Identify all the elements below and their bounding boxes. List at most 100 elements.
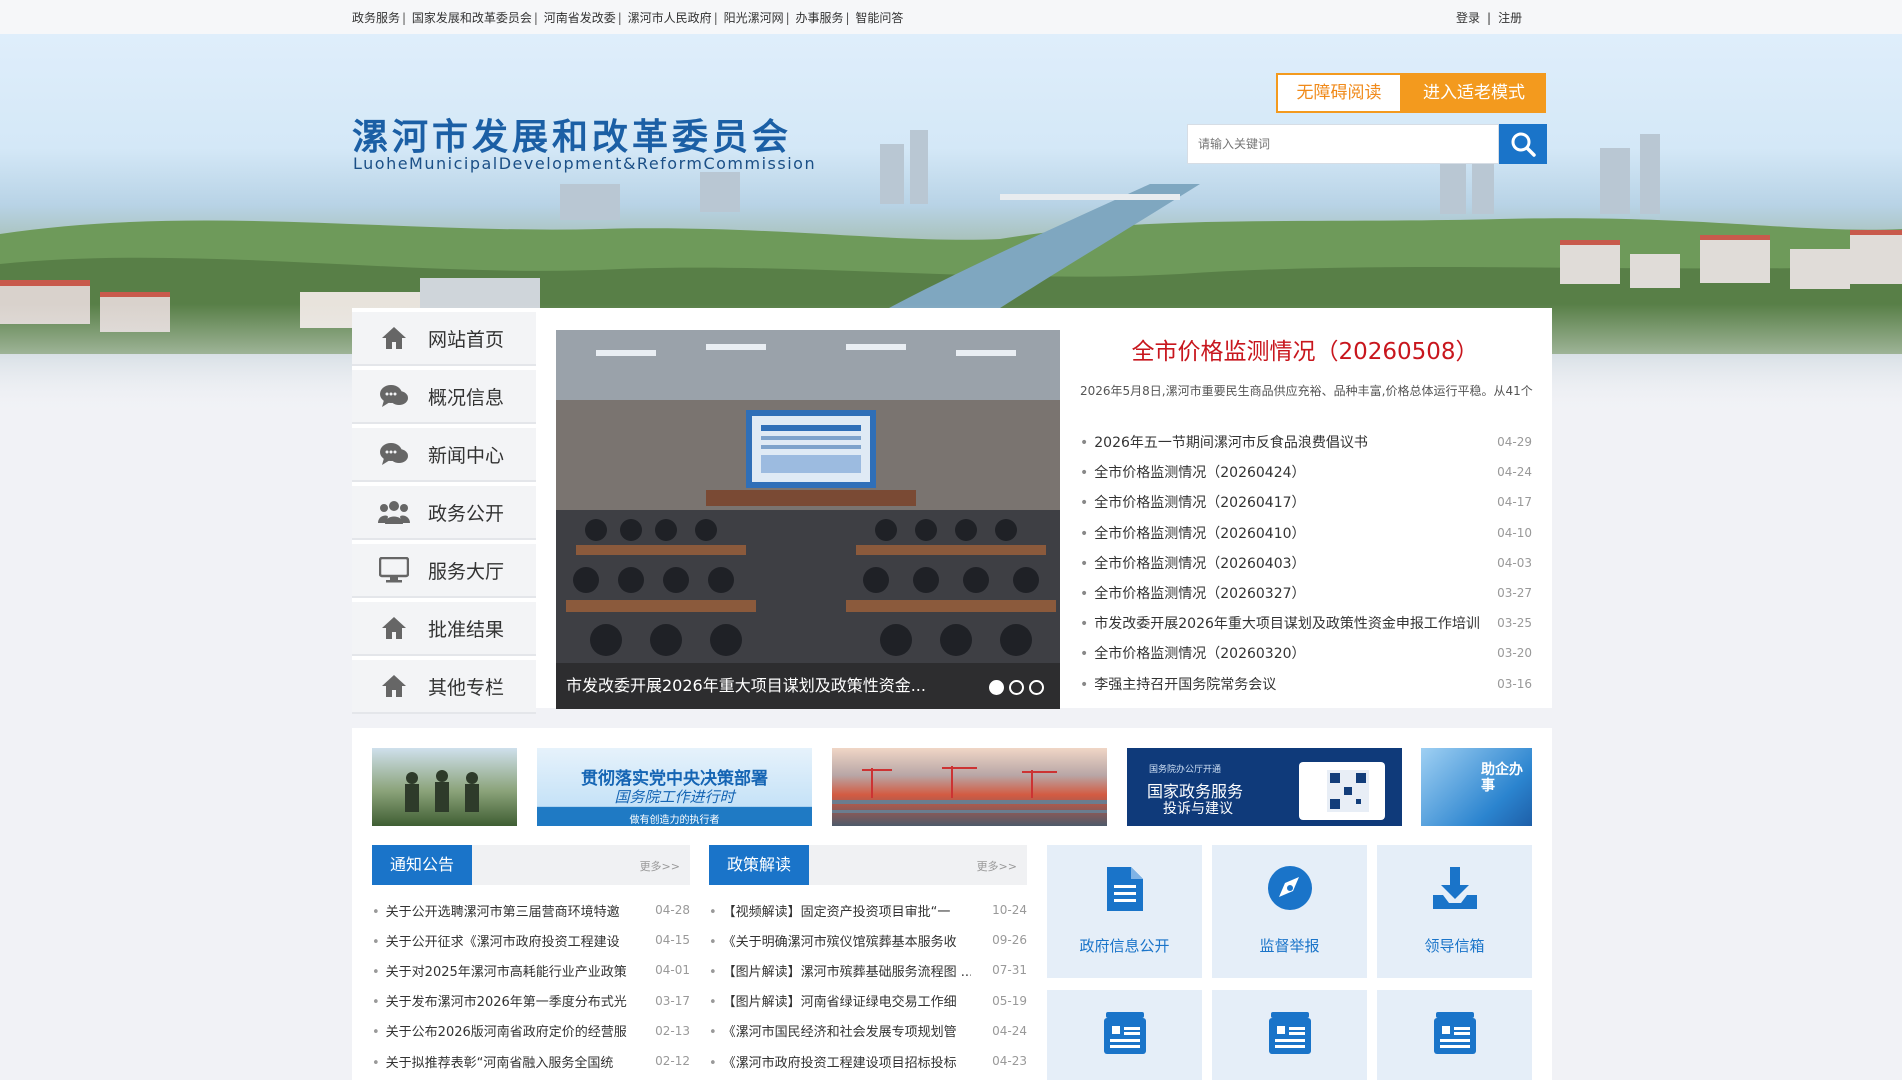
list-item[interactable]: 全市价格监测情况（20260417）04-17 xyxy=(1080,487,1532,517)
news-list: 2026年五一节期间漯河市反食品浪费倡议书04-29 全市价格监测情况（2026… xyxy=(1080,427,1532,699)
list-item[interactable]: 关于公开选聘漯河市第三届营商环境特邀04-28 xyxy=(372,895,690,925)
top-link-ndrc[interactable]: 国家发展和改革委员会 xyxy=(412,11,532,25)
service-tile-5[interactable] xyxy=(1212,990,1367,1080)
notices-list: 关于公开选聘漯河市第三届营商环境特邀04-28 关于公开征求《漯河市政府投资工程… xyxy=(372,895,690,1076)
meeting-photo xyxy=(556,330,1060,709)
policy-more-link[interactable]: 更多>> xyxy=(977,858,1017,874)
slide-caption[interactable]: 市发改委开展2026年重大项目谋划及政策性资金... xyxy=(556,663,1060,709)
list-item[interactable]: 【图片解读】河南省绿证绿电交易工作细05-19 xyxy=(709,986,1027,1016)
sidebar-item-news[interactable]: 新闻中心 xyxy=(352,428,536,482)
list-item[interactable]: 全市价格监测情况（20260410）04-10 xyxy=(1080,518,1532,548)
top-bar: 政务服务 | 国家发展和改革委员会 | 河南省发改委 | 漯河市人民政府 | 阳光漯河网… xyxy=(0,0,1902,34)
farmers-image xyxy=(405,770,479,812)
top-link-henan-drc[interactable]: 河南省发改委 xyxy=(544,11,616,25)
notices-more-link[interactable]: 更多>> xyxy=(640,858,680,874)
list-item[interactable]: 【视频解读】固定资产投资项目审批“一10-24 xyxy=(709,895,1027,925)
service-label: 监督举报 xyxy=(1259,937,1320,955)
list-item[interactable]: 市发改委开展2026年重大项目谋划及政策性资金申报工作培训03-25 xyxy=(1080,608,1532,638)
list-item[interactable]: 关于发布漯河市2026年第一季度分布式光03-17 xyxy=(372,986,690,1016)
sidebar-item-gov-affairs[interactable]: 政务公开 xyxy=(352,486,536,540)
banner-port-photo[interactable] xyxy=(832,748,1107,826)
service-supervision-report[interactable]: 监督举报 xyxy=(1212,845,1367,978)
slide-dot-1[interactable] xyxy=(989,680,1004,695)
sidebar-item-service-hall[interactable]: 服务大厅 xyxy=(352,544,536,598)
top-link-qa[interactable]: 智能问答 xyxy=(855,11,903,25)
elder-mode-button[interactable]: 进入适老模式 xyxy=(1402,73,1546,113)
tab-policy[interactable]: 政策解读 xyxy=(709,845,810,885)
top-link-sunshine[interactable]: 阳光漯河网 xyxy=(724,11,784,25)
top-link-city-gov[interactable]: 漯河市人民政府 xyxy=(628,11,712,25)
banner-policy-implementation[interactable]: 贯彻落实党中央决策部署 国务院工作进行时 做有创造力的执行者 xyxy=(537,748,812,826)
list-item[interactable]: 关于拟推荐表彰“河南省融入服务全国统02-12 xyxy=(372,1046,690,1076)
users-icon xyxy=(378,496,410,528)
search-icon xyxy=(1511,132,1536,157)
site-subtitle: LuoheMunicipalDevelopment&ReformCommissi… xyxy=(353,154,817,173)
sidebar-item-label: 新闻中心 xyxy=(428,444,505,467)
article-icon xyxy=(1103,1012,1146,1054)
slide-dot-2[interactable] xyxy=(1009,680,1024,695)
accessible-reading-button[interactable]: 无障碍阅读 xyxy=(1276,73,1402,113)
banner-business-service[interactable]: 助企办事 xyxy=(1421,748,1532,826)
banner-complaint-suggestion[interactable]: 国务院办公厅开通 国家政务服务 投诉与建议 xyxy=(1127,748,1402,826)
home-icon xyxy=(378,670,410,702)
side-nav: 网站首页 概况信息 新闻中心 政务公开 服务大厅 批准结果 其他专栏 xyxy=(352,312,536,718)
news-headline[interactable]: 全市价格监测情况（20260508） xyxy=(1080,332,1530,366)
list-item[interactable]: 全市价格监测情况（20260403）04-03 xyxy=(1080,548,1532,578)
banner-farmers-photo[interactable] xyxy=(372,748,517,826)
search-button[interactable] xyxy=(1499,124,1547,164)
article-icon xyxy=(1268,1012,1311,1054)
list-item[interactable]: 全市价格监测情况（20260327）03-27 xyxy=(1080,578,1532,608)
list-item[interactable]: 李强主持召开国务院常务会议03-16 xyxy=(1080,669,1532,699)
service-tile-6[interactable] xyxy=(1377,990,1532,1080)
policy-header: 政策解读 更多>> xyxy=(709,845,1027,885)
notices-header: 通知公告 更多>> xyxy=(372,845,690,885)
list-item[interactable]: 《漯河市国民经济和社会发展专项规划管04-24 xyxy=(709,1016,1027,1046)
slide-dots xyxy=(989,680,1044,695)
document-icon xyxy=(1106,867,1143,911)
qr-code-icon xyxy=(1299,762,1385,820)
list-item[interactable]: 2026年五一节期间漯河市反食品浪费倡议书04-29 xyxy=(1080,427,1532,457)
home-icon xyxy=(378,322,410,354)
list-item[interactable]: 关于公开征求《漯河市政府投资工程建设04-15 xyxy=(372,925,690,955)
sidebar-item-label: 概况信息 xyxy=(428,386,505,409)
service-tile-4[interactable] xyxy=(1047,990,1202,1080)
service-leader-mailbox[interactable]: 领导信箱 xyxy=(1377,845,1532,978)
sidebar-item-other-columns[interactable]: 其他专栏 xyxy=(352,660,536,714)
top-link-service[interactable]: 办事服务 xyxy=(795,11,843,25)
sidebar-item-label: 其他专栏 xyxy=(428,676,505,699)
monitor-icon xyxy=(378,554,410,586)
policy-list: 【视频解读】固定资产投资项目审批“一10-24 《关于明确漯河市殡仪馆殡葬基本服… xyxy=(709,895,1027,1076)
sidebar-item-label: 批准结果 xyxy=(428,618,505,641)
sidebar-item-label: 网站首页 xyxy=(428,328,505,351)
service-label: 领导信箱 xyxy=(1424,937,1485,955)
search-input[interactable] xyxy=(1187,124,1499,164)
service-label: 政府信息公开 xyxy=(1079,937,1170,955)
news-summary: 2026年5月8日,漯河市重要民生商品供应充裕、品种丰富,价格总体运行平稳。从4… xyxy=(1080,384,1533,398)
register-link[interactable]: 注册 xyxy=(1498,11,1522,25)
sidebar-item-overview[interactable]: 概况信息 xyxy=(352,370,536,424)
sidebar-item-approval-results[interactable]: 批准结果 xyxy=(352,602,536,656)
chat-icon xyxy=(378,438,410,470)
user-links: 登录 | 注册 xyxy=(1456,11,1523,25)
compass-icon xyxy=(1267,866,1312,910)
slide-dot-3[interactable] xyxy=(1029,680,1044,695)
tab-notices[interactable]: 通知公告 xyxy=(372,845,473,885)
list-item[interactable]: 全市价格监测情况（20260320）03-20 xyxy=(1080,638,1532,668)
list-item[interactable]: 关于公布2026版河南省政府定价的经营服02-13 xyxy=(372,1016,690,1046)
list-item[interactable]: 《关于明确漯河市殡仪馆殡葬基本服务收09-26 xyxy=(709,925,1027,955)
top-links: 政务服务 | 国家发展和改革委员会 | 河南省发改委 | 漯河市人民政府 | 阳光漯河网… xyxy=(352,11,904,25)
list-item[interactable]: 全市价格监测情况（20260424）04-24 xyxy=(1080,457,1532,487)
download-icon xyxy=(1432,867,1477,909)
login-link[interactable]: 登录 xyxy=(1456,11,1480,25)
list-item[interactable]: 【图片解读】漯河市殡葬基础服务流程图 ...07-31 xyxy=(709,955,1027,985)
sidebar-item-label: 政务公开 xyxy=(428,502,505,525)
sidebar-item-home[interactable]: 网站首页 xyxy=(352,312,536,366)
service-gov-info-public[interactable]: 政府信息公开 xyxy=(1047,845,1202,978)
photo-slideshow[interactable]: 市发改委开展2026年重大项目谋划及政策性资金... xyxy=(556,330,1060,709)
list-item[interactable]: 关于对2025年漯河市高耗能行业产业政策04-01 xyxy=(372,955,690,985)
site-title: 漯河市发展和改革委员会 xyxy=(352,116,793,158)
top-link-gov-service[interactable]: 政务服务 xyxy=(352,11,400,25)
list-item[interactable]: 《漯河市政府投资工程建设项目招标投标04-23 xyxy=(709,1046,1027,1076)
sidebar-item-label: 服务大厅 xyxy=(428,560,505,583)
article-icon xyxy=(1433,1012,1476,1054)
